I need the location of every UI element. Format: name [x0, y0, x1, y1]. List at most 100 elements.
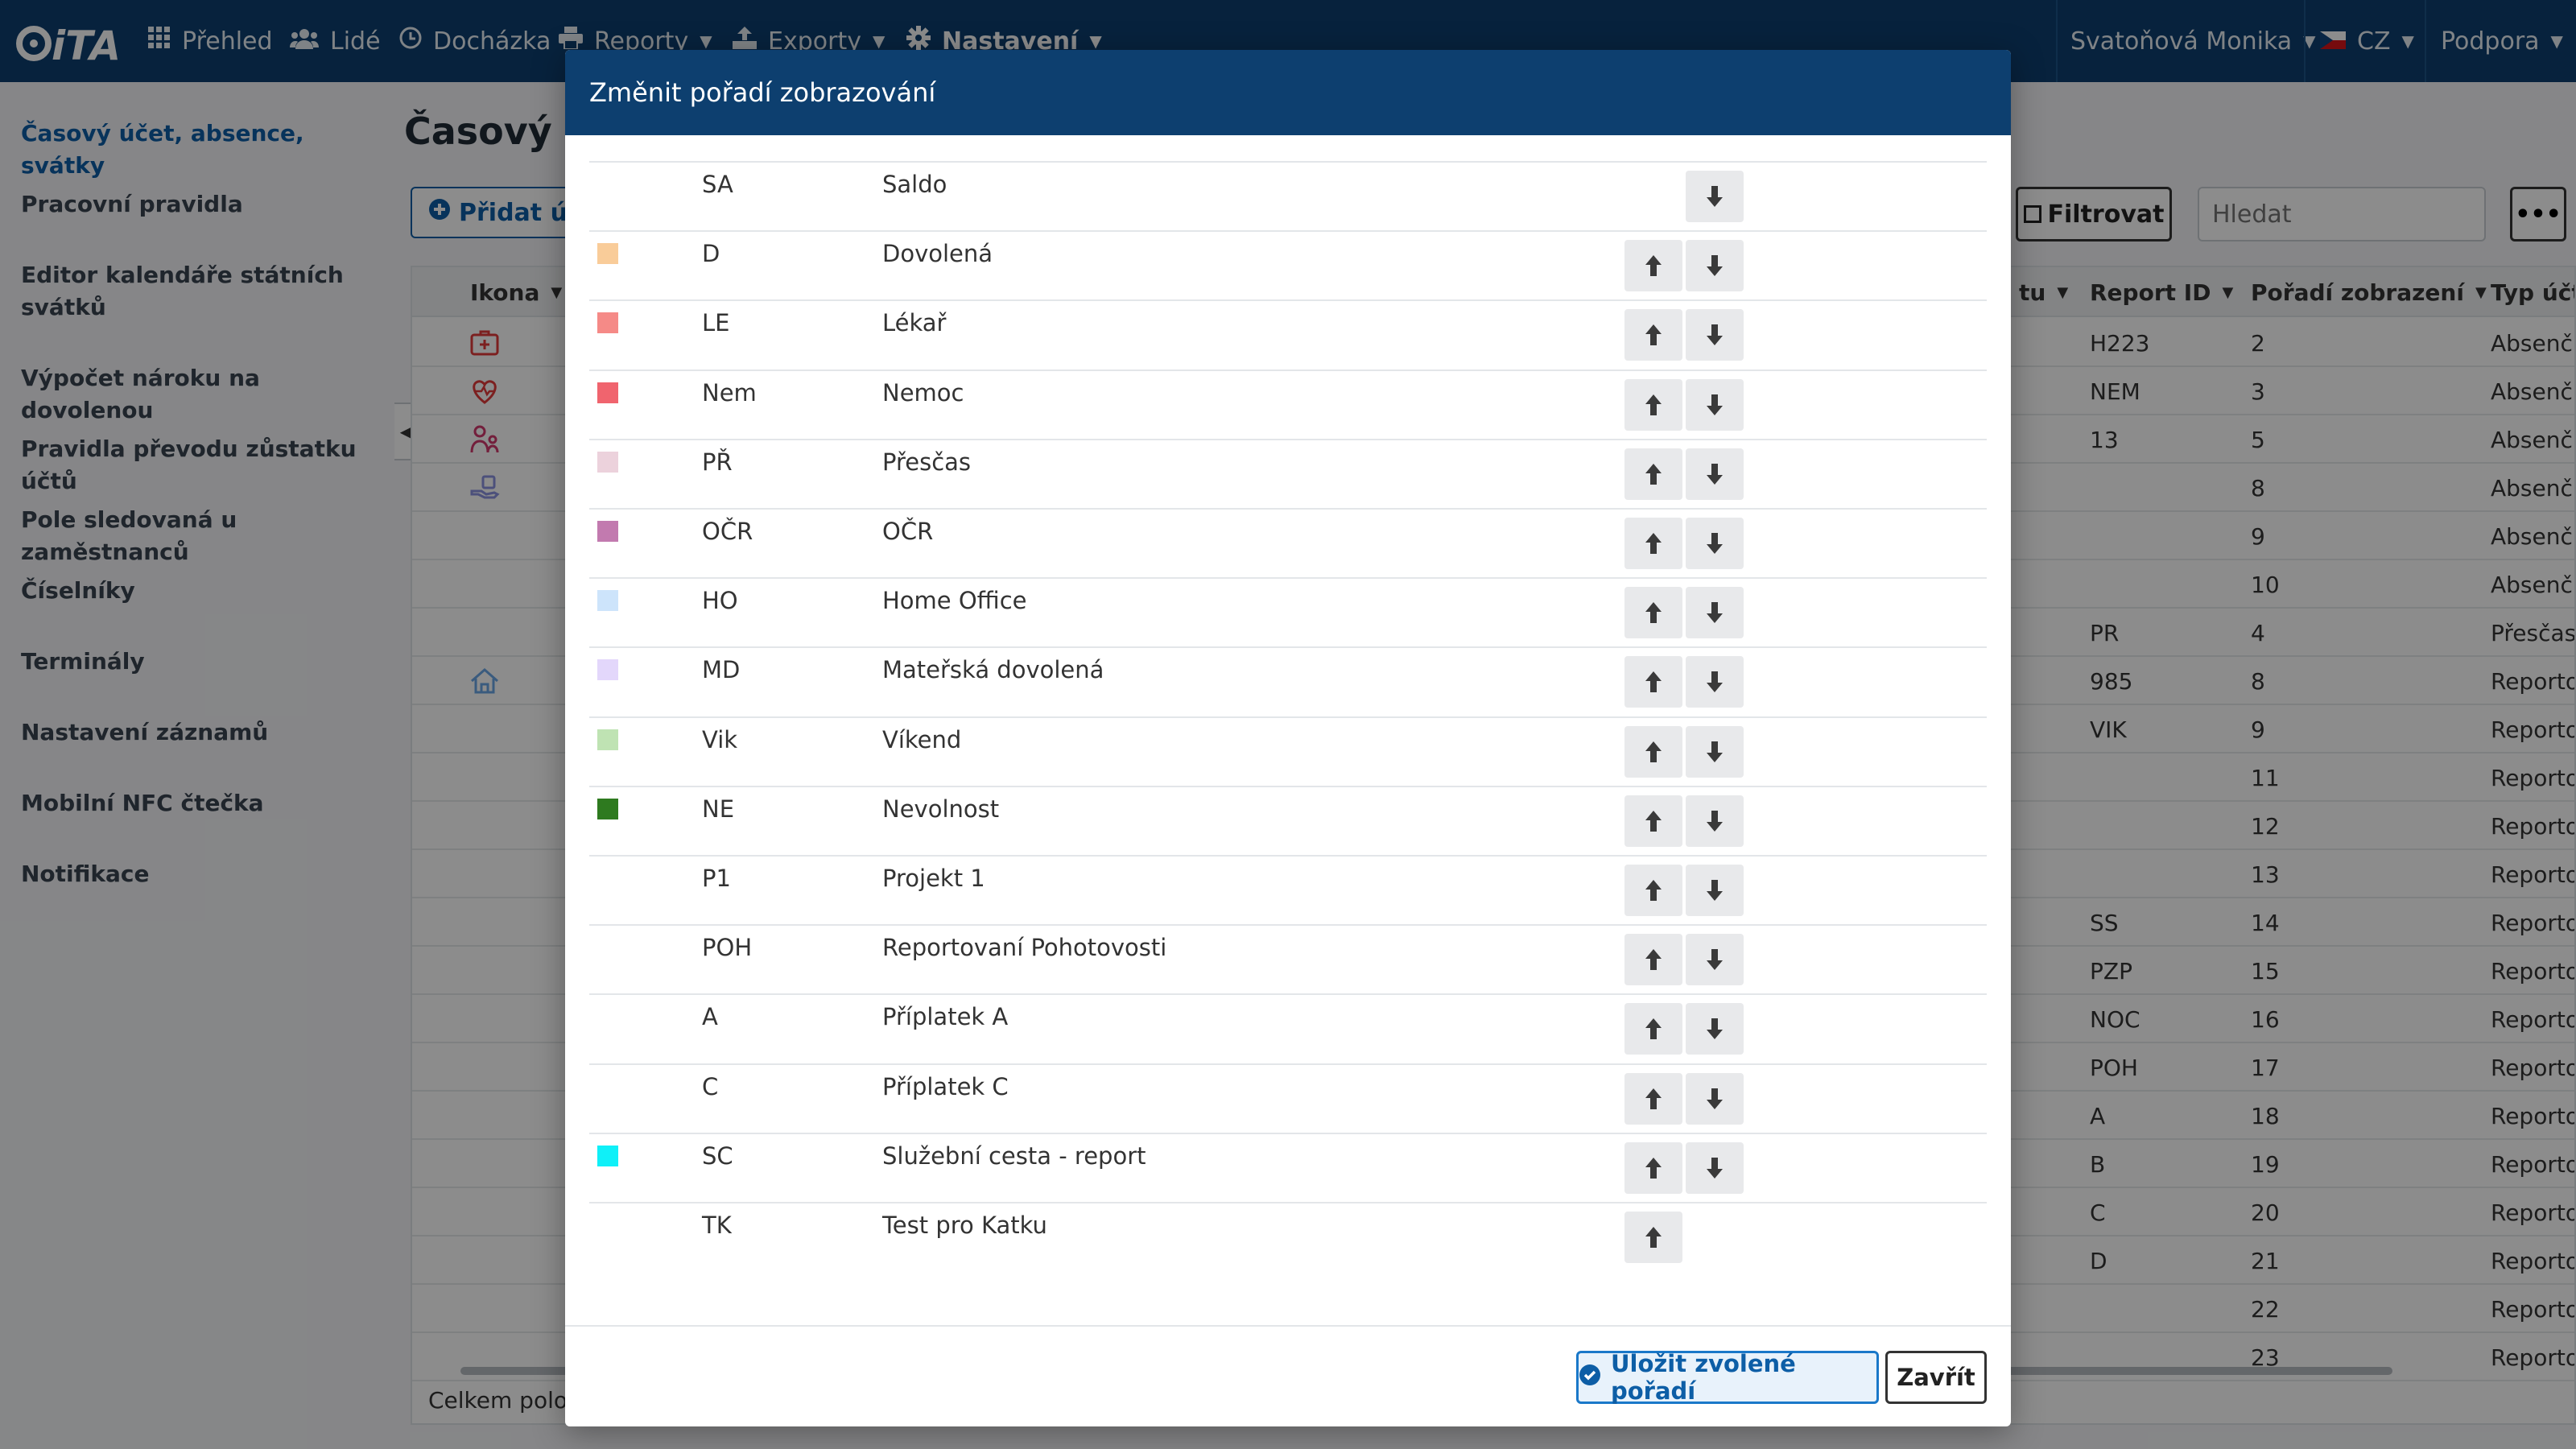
move-up-button[interactable] — [1624, 1072, 1682, 1125]
account-code: MD — [702, 656, 741, 684]
arrow-up-icon — [1642, 601, 1665, 625]
move-down-button[interactable] — [1686, 656, 1744, 708]
move-down-button[interactable] — [1686, 171, 1744, 222]
move-up-button[interactable] — [1624, 865, 1682, 916]
arrow-up-icon — [1642, 878, 1665, 902]
account-name: Nevolnost — [882, 795, 1000, 823]
move-up-button[interactable] — [1624, 587, 1682, 639]
close-button[interactable]: Zavřít — [1885, 1351, 1987, 1404]
account-code: NE — [702, 795, 735, 823]
arrow-down-icon — [1703, 1156, 1726, 1180]
color-swatch — [597, 521, 618, 542]
arrow-down-icon — [1703, 601, 1726, 625]
arrow-down-icon — [1703, 809, 1726, 833]
arrow-up-icon — [1642, 1087, 1665, 1111]
arrow-up-icon — [1642, 531, 1665, 555]
account-code: TK — [702, 1212, 732, 1239]
account-code: LE — [702, 309, 730, 337]
move-up-button[interactable] — [1624, 240, 1682, 292]
account-name: Nemoc — [882, 378, 964, 407]
dialog-title: Změnit pořadí zobrazování — [589, 77, 936, 108]
arrow-up-icon — [1642, 254, 1665, 278]
move-up-button[interactable] — [1624, 309, 1682, 361]
account-name: Home Office — [882, 587, 1027, 615]
reorder-row: Vik Víkend — [589, 716, 1987, 786]
color-swatch — [597, 798, 618, 819]
move-down-button[interactable] — [1686, 587, 1744, 639]
move-up-button[interactable] — [1624, 1003, 1682, 1055]
move-down-button[interactable] — [1686, 309, 1744, 361]
reorder-row: Nem Nemoc — [589, 369, 1987, 439]
move-down-button[interactable] — [1686, 378, 1744, 431]
account-name: Reportovaní Pohotovosti — [882, 934, 1167, 962]
account-code: Vik — [702, 725, 738, 753]
arrow-down-icon — [1703, 1017, 1726, 1041]
color-swatch — [597, 243, 618, 265]
move-up-button[interactable] — [1624, 1212, 1682, 1263]
arrow-down-icon — [1703, 323, 1726, 347]
arrow-down-icon — [1703, 740, 1726, 764]
arrow-down-icon — [1703, 462, 1726, 486]
account-code: A — [702, 1003, 718, 1031]
account-code: PŘ — [702, 448, 733, 476]
reorder-row: NE Nevolnost — [589, 785, 1987, 855]
reorder-row: P1 Projekt 1 — [589, 855, 1987, 924]
move-up-button[interactable] — [1624, 518, 1682, 569]
move-up-button[interactable] — [1624, 934, 1682, 986]
account-name: Projekt 1 — [882, 865, 985, 892]
reorder-row: C Příplatek C — [589, 1063, 1987, 1133]
reorder-dialog: Změnit pořadí zobrazování SA Saldo D Dovole… — [565, 50, 2011, 1426]
move-down-button[interactable] — [1686, 795, 1744, 847]
arrow-up-icon — [1642, 1156, 1665, 1180]
account-name: Lékař — [882, 309, 947, 337]
account-name: Příplatek A — [882, 1003, 1009, 1031]
account-name: Příplatek C — [882, 1072, 1009, 1100]
color-swatch — [597, 312, 618, 334]
arrow-up-icon — [1642, 740, 1665, 764]
account-name: OČR — [882, 518, 934, 545]
move-down-button[interactable] — [1686, 1072, 1744, 1125]
account-name: Služební cesta - report — [882, 1141, 1146, 1170]
move-up-button[interactable] — [1624, 656, 1682, 708]
color-swatch — [597, 590, 618, 612]
reorder-row: POH Reportovaní Pohotovosti — [589, 924, 1987, 993]
reorder-row: TK Test pro Katku — [589, 1202, 1987, 1271]
move-down-button[interactable] — [1686, 865, 1744, 916]
arrow-up-icon — [1642, 323, 1665, 347]
arrow-down-icon — [1703, 947, 1726, 972]
reorder-row: SC Služební cesta - report — [589, 1132, 1987, 1202]
dialog-footer: Uložit zvolené pořadí Zavřít — [565, 1325, 2011, 1426]
reorder-row: HO Home Office — [589, 577, 1987, 646]
dialog-header: Změnit pořadí zobrazování — [565, 50, 2011, 135]
move-down-button[interactable] — [1686, 1003, 1744, 1055]
reorder-row: A Příplatek A — [589, 993, 1987, 1063]
move-up-button[interactable] — [1624, 795, 1682, 847]
color-swatch — [597, 729, 618, 750]
arrow-down-icon — [1703, 878, 1726, 902]
move-down-button[interactable] — [1686, 448, 1744, 500]
account-name: Saldo — [882, 171, 947, 198]
arrow-down-icon — [1703, 1087, 1726, 1111]
account-name: Mateřská dovolená — [882, 656, 1104, 684]
account-code: D — [702, 240, 720, 268]
account-code: SA — [702, 171, 733, 198]
reorder-row: SA Saldo — [589, 161, 1987, 230]
move-down-button[interactable] — [1686, 934, 1744, 986]
move-up-button[interactable] — [1624, 1141, 1682, 1194]
arrow-up-icon — [1642, 1225, 1665, 1249]
reorder-row: PŘ Přesčas — [589, 438, 1987, 508]
move-down-button[interactable] — [1686, 240, 1744, 292]
move-down-button[interactable] — [1686, 725, 1744, 778]
move-up-button[interactable] — [1624, 448, 1682, 500]
account-code: POH — [702, 934, 753, 962]
account-name: Test pro Katku — [882, 1212, 1047, 1239]
account-name: Dovolená — [882, 240, 993, 268]
color-swatch — [597, 382, 618, 403]
move-down-button[interactable] — [1686, 1141, 1744, 1194]
move-up-button[interactable] — [1624, 725, 1682, 778]
move-down-button[interactable] — [1686, 518, 1744, 569]
color-swatch — [597, 659, 618, 681]
save-order-button[interactable]: Uložit zvolené pořadí — [1576, 1350, 1879, 1405]
account-code: SC — [702, 1141, 733, 1170]
move-up-button[interactable] — [1624, 378, 1682, 431]
